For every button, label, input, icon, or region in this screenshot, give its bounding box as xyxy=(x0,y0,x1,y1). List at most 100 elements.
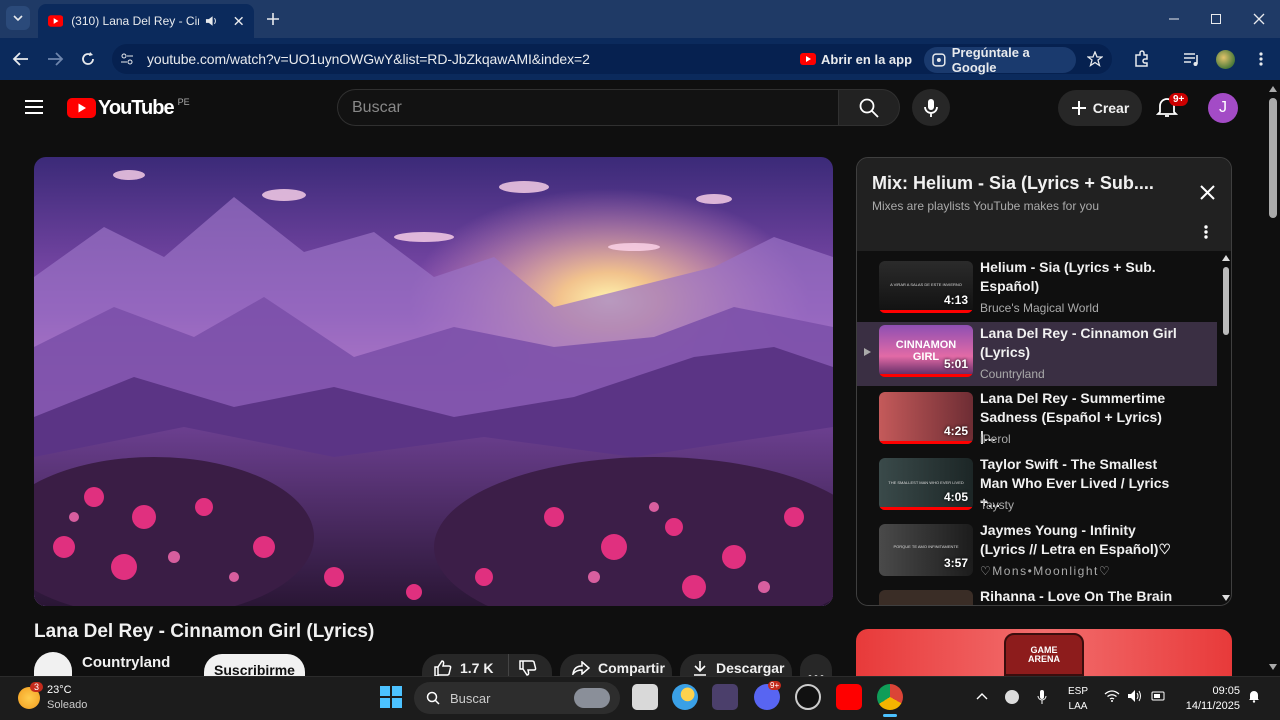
playlist-item[interactable]: A VIRAR A SALAS DE ESTE INVIERNO 4:13 He… xyxy=(857,258,1219,322)
battery-icon[interactable] xyxy=(1150,690,1166,702)
scroll-down-icon[interactable] xyxy=(1222,595,1230,601)
playlist-item[interactable]: 4:25 Lana Del Rey - Summertime Sadness (… xyxy=(857,389,1219,453)
item-title: Jaymes Young - Infinity (Lyrics // Letra… xyxy=(980,522,1171,557)
item-title: Helium - Sia (Lyrics + Sub. Español) xyxy=(980,259,1156,294)
minimize-icon[interactable] xyxy=(1168,14,1180,24)
profile-avatar[interactable] xyxy=(1216,50,1235,69)
page-scroll-thumb[interactable] xyxy=(1269,98,1277,218)
duration-badge: 5:01 xyxy=(943,357,968,371)
start-button[interactable] xyxy=(380,686,402,708)
chrome-icon[interactable] xyxy=(877,684,903,710)
ask-google-label: Pregúntale a Google xyxy=(951,45,1030,75)
download-button[interactable]: Descargar xyxy=(680,654,792,676)
bookmark-star-icon[interactable] xyxy=(1087,51,1103,67)
page-scroll-up-icon[interactable] xyxy=(1269,86,1277,92)
logo-text: YouTube xyxy=(98,96,175,119)
windows-logo-icon xyxy=(380,686,402,708)
weather-app-icon[interactable] xyxy=(672,684,698,710)
item-title: Lana Del Rey - Cinnamon Girl (Lyrics) xyxy=(980,325,1177,360)
notifications-button[interactable]: 9+ xyxy=(1155,93,1189,122)
scroll-up-icon[interactable] xyxy=(1222,255,1230,261)
scroll-thumb[interactable] xyxy=(1223,267,1229,335)
notification-center-icon[interactable] xyxy=(1248,689,1260,703)
extensions-puzzle-icon[interactable] xyxy=(1133,50,1151,68)
taskbar-search[interactable]: Buscar xyxy=(414,682,620,714)
weather-widget[interactable]: 3 23°C Soleado xyxy=(18,681,108,717)
subscribe-button[interactable]: Suscribirme xyxy=(204,654,305,676)
media-control-icon[interactable] xyxy=(1183,51,1201,67)
youtube-logo[interactable]: YouTube PE xyxy=(67,96,190,120)
youtube-app-icon[interactable] xyxy=(836,684,862,710)
mix-playlist-panel: Mix: Helium - Sia (Lyrics + Sub.... Mixe… xyxy=(856,157,1232,606)
weather-temp: 23°C xyxy=(47,684,72,696)
speaker-icon[interactable] xyxy=(205,15,218,27)
wifi-icon[interactable] xyxy=(1104,690,1120,702)
close-tab-icon[interactable] xyxy=(233,15,244,27)
playlist-item[interactable]: PORQUE TE AMO INFINITAMENTE 3:57 Jaymes … xyxy=(857,521,1219,585)
mic-tray-icon[interactable] xyxy=(1037,689,1047,705)
close-icon[interactable] xyxy=(1200,185,1215,200)
close-window-icon[interactable] xyxy=(1252,12,1266,26)
now-playing-icon xyxy=(864,348,871,356)
open-in-app-chip[interactable]: Abrir en la app xyxy=(800,48,912,70)
url-text[interactable]: youtube.com/watch?v=UO1uynOWGwY&list=RD-… xyxy=(147,51,590,67)
discord-icon[interactable]: 9+ xyxy=(754,681,782,710)
obs-icon[interactable] xyxy=(795,684,821,710)
video-title: Lana Del Rey - Cinnamon Girl (Lyrics) xyxy=(34,621,375,642)
video-player[interactable] xyxy=(34,157,833,606)
maximize-icon[interactable] xyxy=(1210,13,1222,25)
search-icon xyxy=(859,98,879,118)
video-thumbnail: CINNAMON GIRL 5:01 xyxy=(879,325,973,377)
playlist-menu-icon[interactable] xyxy=(1203,224,1209,240)
tray-expand-icon[interactable] xyxy=(976,692,988,700)
video-frame-image xyxy=(34,157,833,606)
photos-app-icon[interactable] xyxy=(712,684,738,710)
menu-dots-icon[interactable] xyxy=(1258,51,1264,67)
page-scroll-down-icon[interactable] xyxy=(1269,664,1277,670)
chevron-down-icon xyxy=(13,15,23,22)
tab-search-button[interactable] xyxy=(6,6,30,30)
site-info-icon[interactable] xyxy=(120,52,134,66)
clock-date: 14/11/2025 xyxy=(1185,700,1240,712)
language-indicator[interactable]: ESP LAA xyxy=(1066,684,1090,714)
account-avatar[interactable]: J xyxy=(1208,93,1238,123)
reload-icon[interactable] xyxy=(80,51,96,67)
active-tab[interactable]: (310) Lana Del Rey - Cinnam xyxy=(38,4,254,38)
playlist-scrollbar[interactable] xyxy=(1219,251,1231,605)
search-box[interactable]: Buscar xyxy=(337,89,838,126)
tray-app-icon[interactable] xyxy=(1005,690,1019,704)
create-button[interactable]: Crear xyxy=(1058,90,1142,126)
share-button[interactable]: Compartir xyxy=(560,654,672,676)
channel-avatar[interactable] xyxy=(34,652,72,676)
duration-badge: 4:05 xyxy=(943,490,968,504)
channel-name[interactable]: Countryland xyxy=(82,654,170,671)
item-channel: Bruce's Magical World xyxy=(980,301,1099,315)
forward-arrow-icon[interactable] xyxy=(46,51,64,67)
playlist-item-current[interactable]: CINNAMON GIRL 5:01 Lana Del Rey - Cinnam… xyxy=(857,322,1217,386)
avatar-letter: J xyxy=(1219,99,1227,116)
item-channel: Taysty xyxy=(980,498,1015,512)
share-label: Compartir xyxy=(598,660,665,676)
volume-icon[interactable] xyxy=(1127,689,1143,703)
ad-text: GAME ARENA xyxy=(1027,644,1060,664)
clock[interactable]: 09:05 14/11/2025 xyxy=(1176,684,1240,714)
tab-title: (310) Lana Del Rey - Cinnam xyxy=(71,14,199,28)
thumbnail-overlay-text: PORQUE TE AMO INFINITAMENTE xyxy=(893,544,959,549)
ask-google-chip[interactable]: Pregúntale a Google xyxy=(924,45,1076,75)
file-explorer-icon[interactable] xyxy=(632,684,658,710)
like-button[interactable]: 1.7 K xyxy=(422,654,507,676)
voice-search-button[interactable] xyxy=(912,89,950,126)
ad-banner[interactable]: GAME ARENA xyxy=(856,629,1232,676)
like-dislike-group: 1.7 K xyxy=(422,654,552,676)
playlist-item[interactable]: THE SMALLEST MAN WHO EVER LIVED 4:05 Tay… xyxy=(857,455,1219,519)
hamburger-menu-icon[interactable] xyxy=(25,99,43,115)
new-tab-icon[interactable] xyxy=(266,12,280,26)
back-arrow-icon[interactable] xyxy=(12,51,30,67)
more-actions-button[interactable] xyxy=(800,654,832,679)
dislike-button[interactable] xyxy=(508,654,552,676)
search-button[interactable] xyxy=(838,89,900,126)
thumbnail-overlay-text: A VIRAR A SALAS DE ESTE INVIERNO xyxy=(890,282,962,287)
playlist-item[interactable]: Rihanna - Love On The Brain xyxy=(857,587,1219,605)
page-scrollbar[interactable] xyxy=(1266,86,1280,676)
mix-title: Mix: Helium - Sia (Lyrics + Sub.... xyxy=(872,173,1154,193)
